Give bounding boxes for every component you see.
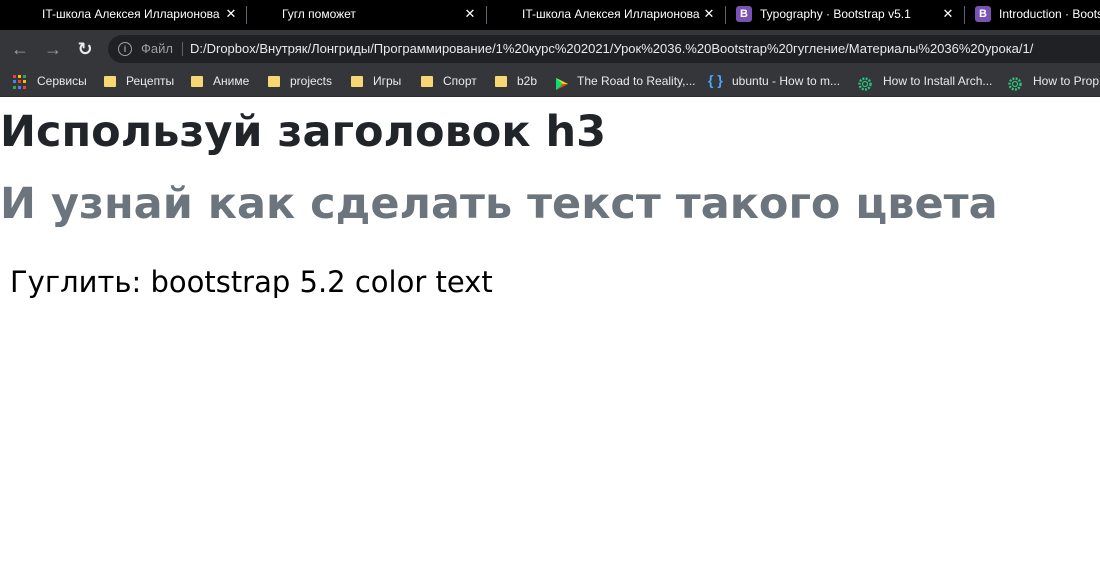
gear-icon <box>858 74 872 91</box>
gear-icon <box>1008 74 1022 91</box>
tab-strip: IT-школа Алексея Илларионова ✕ Гугл помо… <box>0 0 1100 30</box>
bookmark-label: projects <box>290 74 333 88</box>
close-icon[interactable]: ✕ <box>224 0 238 28</box>
browser-toolbar: ← → ↻ i Файл D:/Dropbox/Внутряк/Лонгриды… <box>0 30 1100 68</box>
bootstrap-icon: B <box>736 6 752 22</box>
page-content: Используй заголовок h3 И узнай как сдела… <box>0 97 1100 568</box>
bookmark-label: The Road to Reality,... <box>577 74 696 88</box>
url-text[interactable]: D:/Dropbox/Внутряк/Лонгриды/Программиров… <box>190 35 1033 63</box>
omnibox-divider <box>182 42 183 56</box>
folder-icon <box>104 76 116 87</box>
bookmark-label: Аниме <box>213 74 250 88</box>
bookmark-label: Рецепты <box>126 74 175 88</box>
back-button[interactable]: ← <box>10 39 30 59</box>
close-icon[interactable]: ✕ <box>463 0 477 28</box>
page-heading-h3: Используй заголовок h3 <box>0 107 607 157</box>
folder-icon <box>421 76 433 87</box>
braces-icon: { } <box>708 72 723 88</box>
bookmarks-bar: Сервисы Рецепты Аниме projects Игры Спор… <box>0 68 1100 97</box>
tab-title: Гугл поможет <box>282 7 356 21</box>
bookmark-label: Сервисы <box>37 74 87 88</box>
play-store-icon <box>555 74 569 90</box>
close-icon[interactable]: ✕ <box>702 0 716 28</box>
bookmark-label: How to Prop <box>1033 74 1100 88</box>
folder-icon <box>268 76 280 87</box>
tab-title: IT-школа Алексея Илларионова <box>522 7 700 21</box>
tab-google-help[interactable]: Гугл поможет ✕ <box>247 0 485 30</box>
folder-icon <box>495 76 507 87</box>
tab-typography-bootstrap[interactable]: B Typography · Bootstrap v5.1 ✕ <box>726 0 963 30</box>
info-icon[interactable]: i <box>118 42 132 56</box>
forward-button[interactable]: → <box>43 39 63 59</box>
tab-title: Introduction · Boots <box>999 7 1100 21</box>
scheme-label: Файл <box>141 41 173 56</box>
apps-icon <box>13 75 27 89</box>
address-bar[interactable]: i Файл D:/Dropbox/Внутряк/Лонгриды/Прогр… <box>108 35 1100 63</box>
bookmark-label: How to Install Arch... <box>883 74 993 88</box>
bookmark-label: Спорт <box>443 74 477 88</box>
muted-heading: И узнай как сделать текст такого цвета <box>0 179 998 229</box>
tab-it-school-2[interactable]: IT-школа Алексея Илларионова ✕ <box>487 0 724 30</box>
folder-icon <box>191 76 203 87</box>
search-hint: Гуглить: bootstrap 5.2 color text <box>10 265 493 299</box>
tab-title: Typography · Bootstrap v5.1 <box>760 7 911 21</box>
close-icon[interactable]: ✕ <box>941 0 955 28</box>
reload-button[interactable]: ↻ <box>75 39 95 59</box>
bookmark-label: b2b <box>517 74 538 88</box>
tab-introduction-bootstrap[interactable]: B Introduction · Boots <box>965 0 1100 30</box>
tab-title: IT-школа Алексея Илларионова <box>42 7 220 21</box>
tab-it-school-1[interactable]: IT-школа Алексея Илларионова ✕ <box>0 0 245 30</box>
bootstrap-icon: B <box>975 6 991 22</box>
folder-icon <box>351 76 363 87</box>
bookmark-label: Игры <box>373 74 402 88</box>
bookmark-label: ubuntu - How to m... <box>732 74 841 88</box>
